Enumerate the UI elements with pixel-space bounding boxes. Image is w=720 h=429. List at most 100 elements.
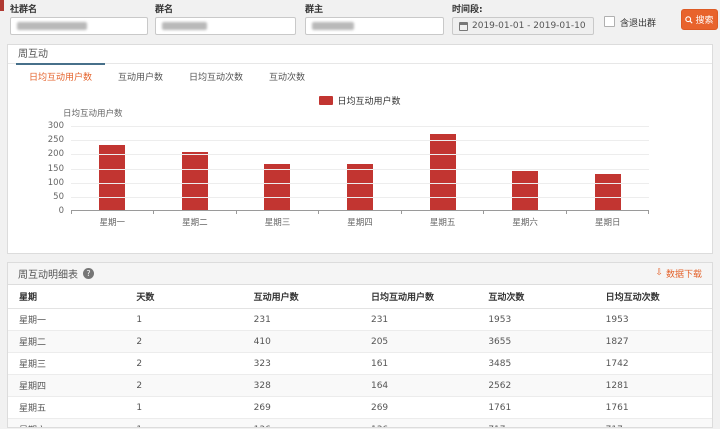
table-cell: 161	[360, 353, 477, 375]
weekly-detail-table-panel: 周互动明细表 ? ⇩ 数据下载 星期天数互动用户数日均互动用户数互动次数日均互动…	[7, 262, 713, 428]
x-axis-tick	[567, 211, 649, 214]
x-axis-tick	[237, 211, 319, 214]
group-owner-label: 群主	[305, 2, 444, 15]
date-range-picker[interactable]: 2019-01-01 - 2019-01-10	[452, 17, 594, 35]
column-header: 星期	[8, 285, 125, 309]
table-cell: 星期五	[8, 397, 125, 419]
table-cell: 星期六	[8, 419, 125, 429]
data-download-link[interactable]: ⇩ 数据下载	[655, 267, 702, 280]
y-tick-label: 150	[48, 164, 64, 174]
table-cell: 136	[243, 419, 360, 429]
bar-星期四[interactable]	[347, 164, 373, 210]
column-header: 日均互动次数	[595, 285, 712, 309]
time-range-label: 时间段:	[452, 2, 594, 15]
bar-星期二[interactable]	[182, 152, 208, 210]
table-cell: 星期三	[8, 353, 125, 375]
tab-active[interactable]: 日均互动用户数	[16, 64, 105, 88]
x-axis-tick	[154, 211, 236, 214]
table-cell: 1827	[595, 331, 712, 353]
magnifier-icon	[685, 16, 693, 24]
tab-inactive[interactable]: 互动次数	[256, 64, 318, 88]
table-cell: 星期四	[8, 375, 125, 397]
legend-swatch	[319, 96, 333, 105]
x-axis-label: 星期一	[71, 216, 154, 228]
bar-星期六[interactable]	[512, 171, 538, 210]
gridline	[71, 197, 649, 198]
table-cell: 1761	[595, 397, 712, 419]
community-name-input[interactable]	[10, 17, 148, 35]
table-cell: 136	[360, 419, 477, 429]
table-row: 星期三232316134851742	[8, 353, 712, 375]
tab-inactive[interactable]: 互动用户数	[105, 64, 176, 88]
detail-table-header: 周互动明细表 ? ⇩ 数据下载	[8, 263, 712, 285]
table-body: 星期一123123119531953星期二241020536551827星期三2…	[8, 309, 712, 429]
table-cell: 231	[360, 309, 477, 331]
x-axis-tick	[319, 211, 401, 214]
gridline	[71, 154, 649, 155]
table-row: 星期六1136136717717	[8, 419, 712, 429]
column-header: 互动用户数	[243, 285, 360, 309]
question-circle-icon[interactable]: ?	[83, 268, 94, 279]
table-cell: 1	[125, 309, 242, 331]
group-name-input[interactable]	[155, 17, 296, 35]
y-tick-label: 250	[48, 135, 64, 145]
time-range-field-group: 时间段: 2019-01-01 - 2019-01-10	[452, 2, 594, 35]
chart-tabs: 日均互动用户数互动用户数日均互动次数互动次数	[8, 64, 712, 88]
column-header: 互动次数	[477, 285, 594, 309]
bar-星期三[interactable]	[264, 164, 290, 210]
include-exited-groups-checkbox[interactable]	[604, 16, 615, 27]
community-name-field-group: 社群名	[10, 2, 148, 35]
table-cell: 231	[243, 309, 360, 331]
table-cell: 1742	[595, 353, 712, 375]
x-axis-label: 星期四	[319, 216, 402, 228]
download-icon: ⇩	[655, 269, 663, 278]
table-cell: 164	[360, 375, 477, 397]
x-axis-label: 星期六	[484, 216, 567, 228]
x-axis-tick	[71, 211, 154, 214]
y-axis-tick-labels: 050100150200250300	[26, 126, 64, 211]
table-cell: 717	[595, 419, 712, 429]
y-axis-title: 日均互动用户数	[63, 107, 123, 119]
y-tick-label: 0	[59, 206, 64, 216]
bar-星期日[interactable]	[595, 174, 621, 210]
tab-inactive[interactable]: 日均互动次数	[176, 64, 256, 88]
panel-title: 周互动	[8, 45, 712, 64]
table-cell: 2	[125, 375, 242, 397]
redacted-value	[17, 22, 87, 30]
date-range-value: 2019-01-01 - 2019-01-10	[472, 21, 586, 31]
table-row: 星期五126926917611761	[8, 397, 712, 419]
filter-bar: 社群名 群名 群主 时间段: 2019-01-01 - 2019-01-10 含…	[0, 0, 720, 42]
search-button[interactable]: 搜索	[681, 9, 718, 30]
x-axis-tick-marks	[71, 211, 649, 214]
x-axis-tick	[402, 211, 484, 214]
bar-星期五[interactable]	[430, 134, 456, 210]
gridline	[71, 140, 649, 141]
table-header-row: 星期天数互动用户数日均互动用户数互动次数日均互动次数	[8, 285, 712, 309]
calendar-icon	[459, 22, 468, 31]
y-tick-label: 50	[53, 192, 64, 202]
table-cell: 269	[243, 397, 360, 419]
table-cell: 1761	[477, 397, 594, 419]
table-cell: 1	[125, 397, 242, 419]
y-tick-label: 100	[48, 178, 64, 188]
table-cell: 1953	[477, 309, 594, 331]
redacted-value	[162, 22, 207, 30]
redacted-value	[312, 22, 354, 30]
chart-legend[interactable]: 日均互动用户数	[8, 94, 712, 107]
table-cell: 1	[125, 419, 242, 429]
gridline	[71, 183, 649, 184]
legend-label: 日均互动用户数	[337, 97, 400, 107]
x-axis-label: 星期日	[566, 216, 649, 228]
table-row: 星期四232816425621281	[8, 375, 712, 397]
table-cell: 1281	[595, 375, 712, 397]
table-cell: 410	[243, 331, 360, 353]
table-cell: 3485	[477, 353, 594, 375]
table-cell: 2	[125, 331, 242, 353]
table-cell: 2	[125, 353, 242, 375]
table-row: 星期二241020536551827	[8, 331, 712, 353]
gridline	[71, 169, 649, 170]
x-axis-tick	[484, 211, 566, 214]
y-tick-label: 300	[48, 121, 64, 131]
group-owner-input[interactable]	[305, 17, 444, 35]
table-cell: 328	[243, 375, 360, 397]
